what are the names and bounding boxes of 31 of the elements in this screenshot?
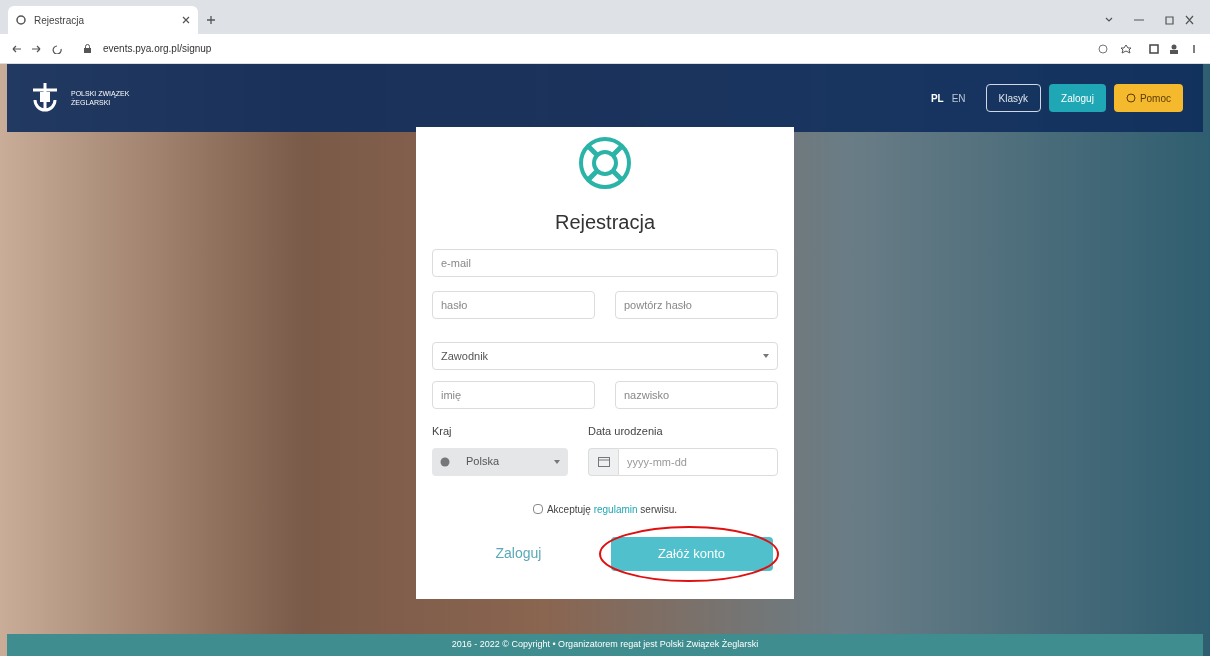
close-icon[interactable] <box>182 16 190 24</box>
window-controls-icon[interactable] <box>1104 15 1194 25</box>
caret-icon <box>763 354 769 358</box>
role-select[interactable]: Zawodnik <box>432 342 778 370</box>
birth-date-label: Data urodzenia <box>588 424 664 439</box>
calendar-icon <box>597 456 610 467</box>
toolbar-icons[interactable] <box>1098 43 1198 54</box>
password-field[interactable]: hasło <box>432 291 595 319</box>
tab-title: Rejestracja <box>34 13 86 28</box>
browser-tab[interactable]: Rejestracja <box>8 6 198 34</box>
last-name-field[interactable]: nazwisko <box>615 381 778 409</box>
header-button[interactable]: Klasyk <box>985 84 1042 112</box>
lifebuoy-icon <box>577 135 633 191</box>
email-field[interactable]: e-mail <box>432 249 778 277</box>
country-label: Kraj <box>432 424 453 439</box>
url-text[interactable]: events.pya.org.pl/signup <box>103 41 1086 56</box>
terms-checkbox[interactable] <box>532 504 543 514</box>
help-icon <box>1125 93 1136 103</box>
repeat-password-field[interactable]: powtórz hasło <box>615 291 778 319</box>
first-name-field[interactable]: imię <box>432 381 595 409</box>
form-title: Rejestracja <box>554 210 655 235</box>
lock-icon <box>84 44 91 53</box>
terms-text: Akceptuję regulamin serwisu. <box>546 502 678 517</box>
header-button[interactable]: Pomoc <box>1113 84 1183 112</box>
language-link[interactable]: EN <box>951 90 966 106</box>
footer-text: 2016 - 2022 © Copyright • Organizatorem regat jest Polski Związek Żeglarski <box>451 638 759 652</box>
plus-icon[interactable] <box>206 15 216 25</box>
country-select[interactable]: Polska <box>432 447 568 476</box>
caret-icon <box>554 459 560 464</box>
birth-date-field[interactable]: yyyy-mm-dd <box>618 447 778 476</box>
language-link[interactable]: PL <box>930 90 944 106</box>
